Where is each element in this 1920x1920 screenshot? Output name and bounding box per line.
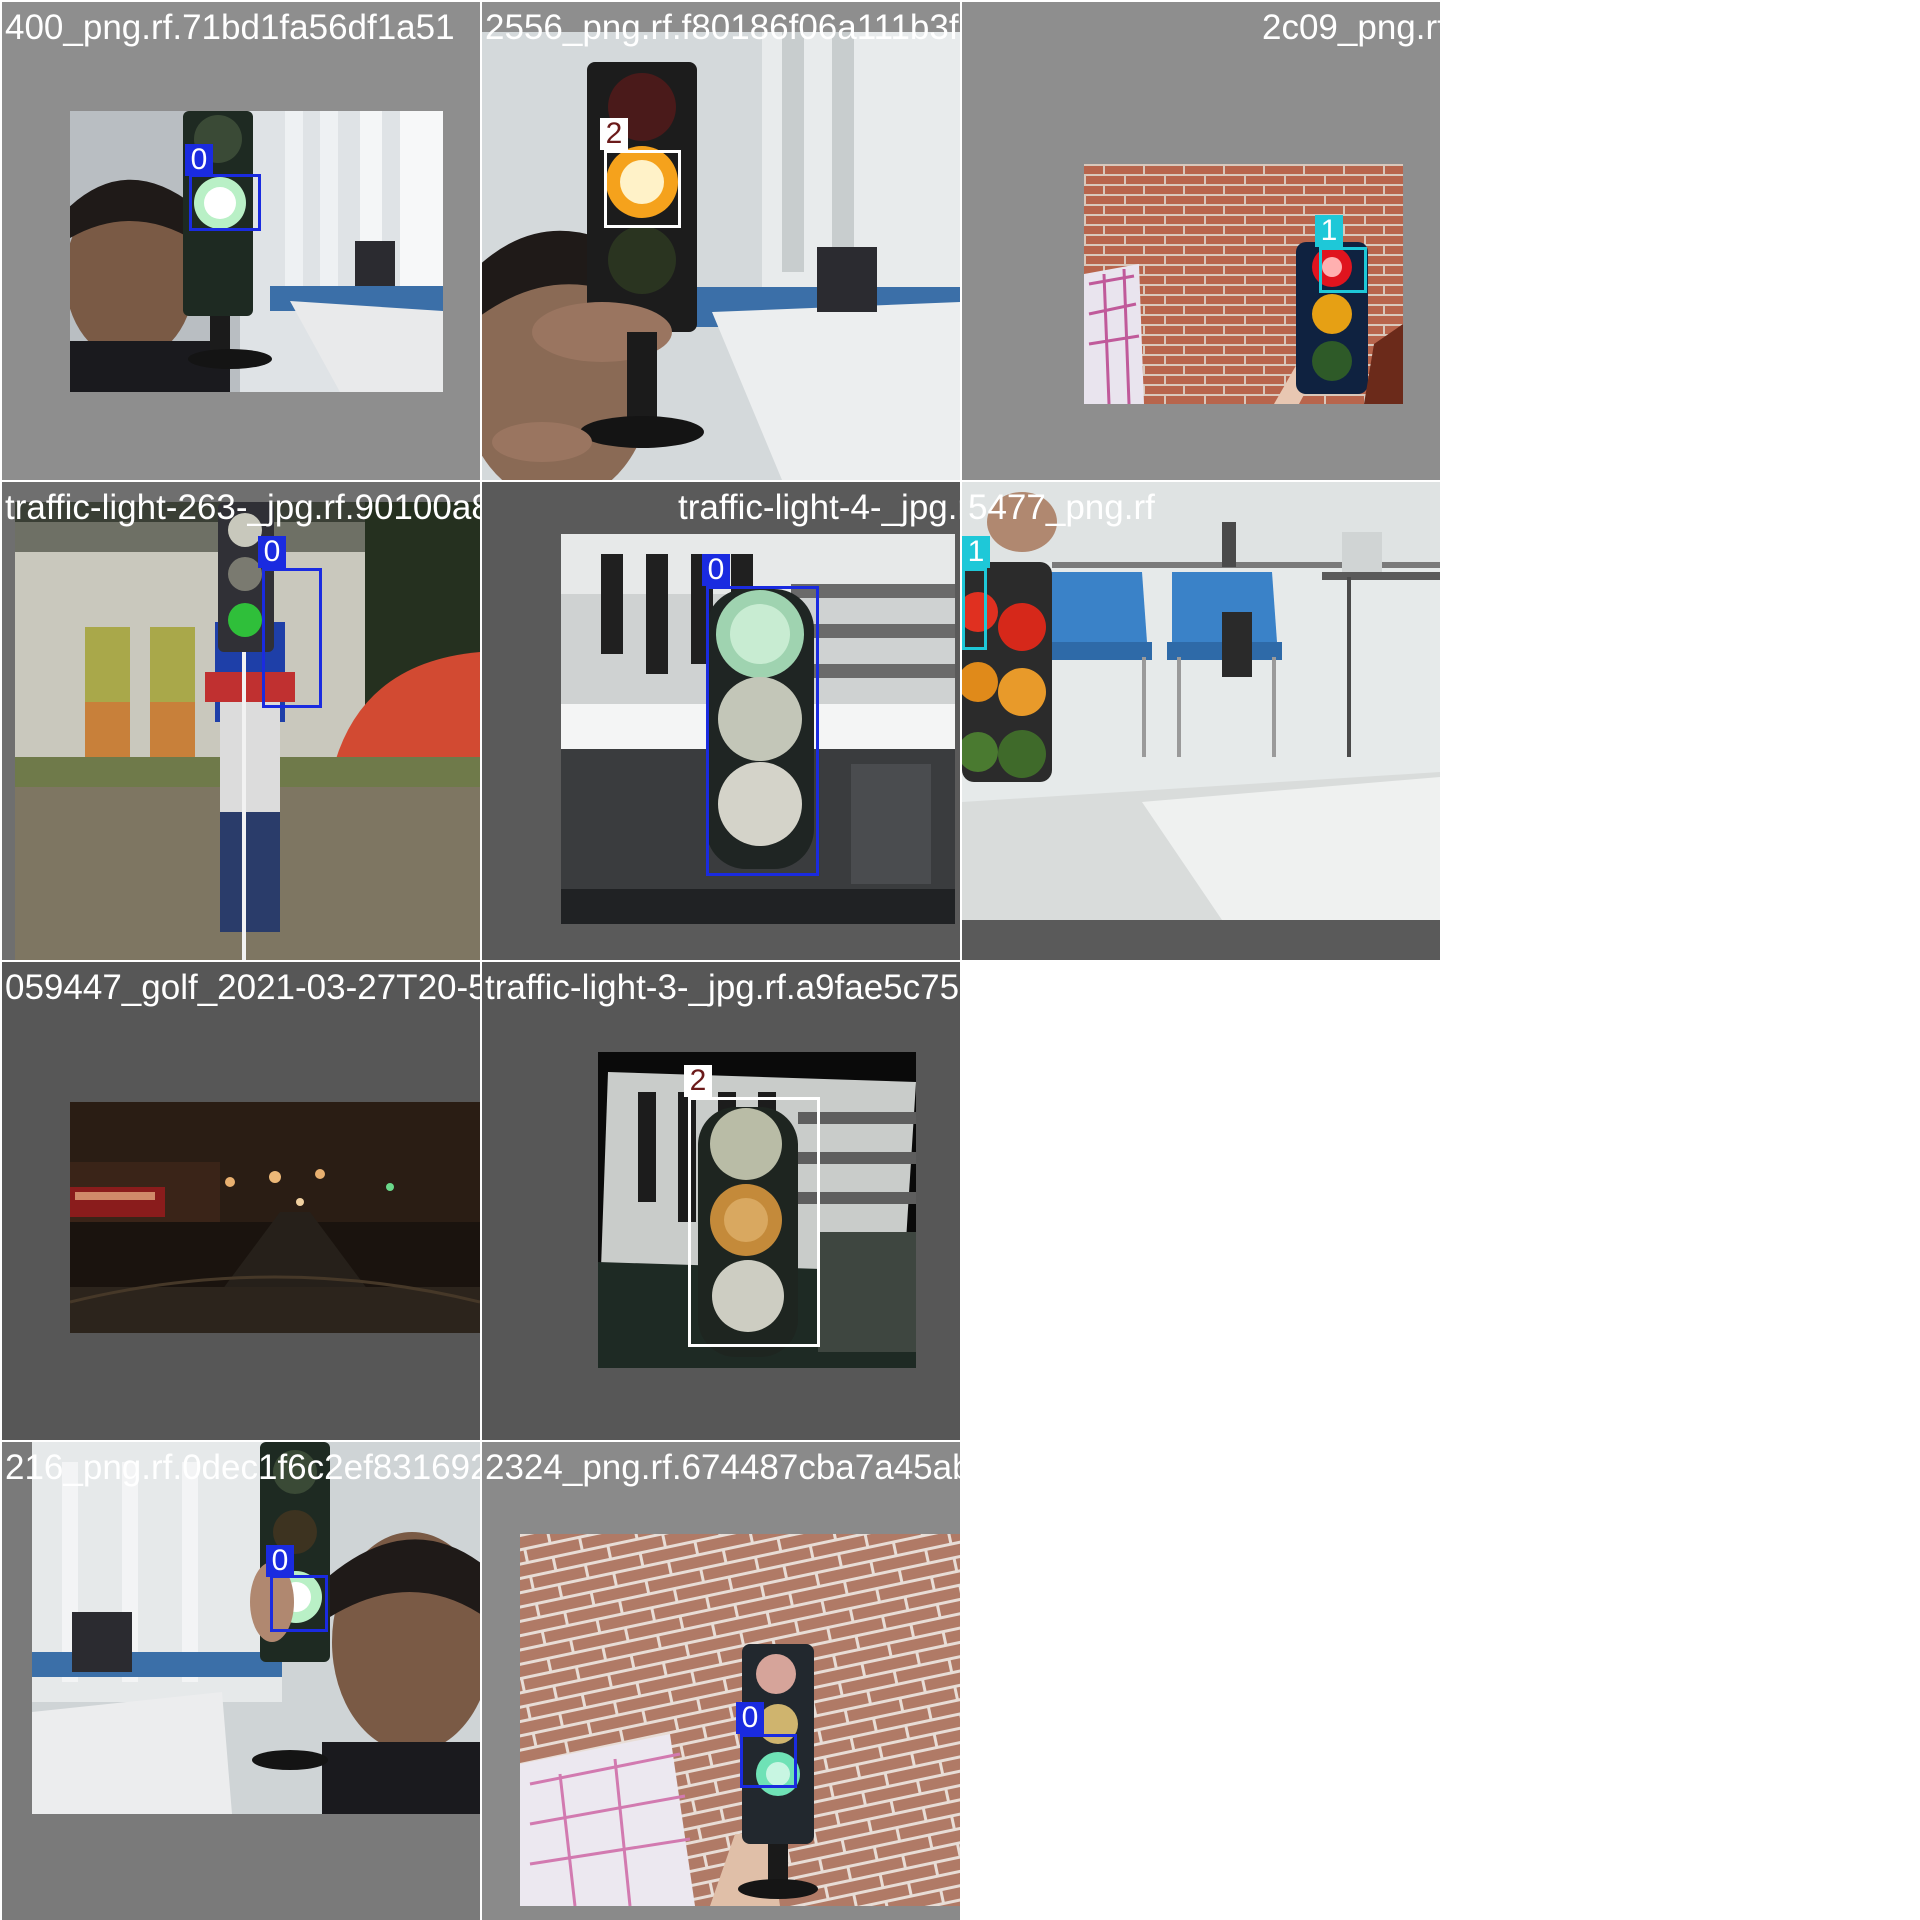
photo-person-holding-traffic-light <box>482 32 960 480</box>
grid-tile-2: 2 2556_png.rf.f80186f06a111b3f0f09216a94… <box>482 2 960 480</box>
detection-box <box>189 174 261 231</box>
grid-tile-6: 1 5477_png.rf <box>962 482 1440 960</box>
grid-tile-4: 0 traffic-light-263-_jpg.rf.90100a8fc12d… <box>2 482 480 960</box>
image-filename: traffic-light-3-_jpg.rf.a9fae5c75a770b0e <box>485 968 960 1007</box>
detection-class-label: 0 <box>736 1702 764 1734</box>
photo-illustration <box>15 502 480 960</box>
detection-class-label: 0 <box>702 554 730 586</box>
detection-class-label: 1 <box>1315 215 1343 247</box>
detection-class-label: 0 <box>258 536 286 568</box>
grid-tile-10: 0 2324_png.rf.674487cba7a45abaac842f8124… <box>482 1442 960 1920</box>
photo-traffic-light-classroom-chairs <box>962 482 1440 920</box>
grid-tile-5: 0 traffic-light-4-_jpg.rf.54c8dd754c9887… <box>482 482 960 960</box>
photo-illustration <box>32 1442 480 1814</box>
detection-box <box>262 568 322 708</box>
detection-box <box>706 586 819 876</box>
photo-person-holding-traffic-light <box>32 1442 480 1814</box>
photo-illustration <box>70 111 443 392</box>
detection-box <box>604 150 681 228</box>
detection-class-label: 0 <box>185 144 213 176</box>
grid-tile-9: 0 216_png.rf.0dec1f6c2ef831692 <box>2 1442 480 1920</box>
image-filename: 059447_golf_2021-03-27T20-51-14-5598397 <box>5 968 480 1007</box>
photo-night-street <box>70 1102 480 1333</box>
grid-tile-7: 059447_golf_2021-03-27T20-51-14-5598397 <box>2 962 480 1440</box>
photo-illustration <box>70 1102 480 1333</box>
detection-class-label: 2 <box>600 118 628 150</box>
grid-tile-3: 1 2c09_png.rf.8a5 <box>962 2 1440 480</box>
detection-box <box>962 568 987 650</box>
photo-person-holding-traffic-light <box>70 111 443 392</box>
image-filename: 2324_png.rf.674487cba7a45abaac842f8124b3… <box>485 1448 960 1487</box>
image-filename: traffic-light-4-_jpg.rf.54c8dd754c9887cf… <box>678 488 960 527</box>
detection-box <box>270 1575 328 1632</box>
image-filename: 400_png.rf.71bd1fa56df1a51 <box>5 8 455 47</box>
detection-class-label: 1 <box>962 536 990 568</box>
grid-tile-8: 2 traffic-light-3-_jpg.rf.a9fae5c75a770b… <box>482 962 960 1440</box>
detection-box <box>740 1734 797 1788</box>
photo-illustration <box>962 482 1440 920</box>
detection-box <box>688 1097 820 1347</box>
photo-illustration <box>482 32 960 480</box>
detection-box <box>1319 247 1367 293</box>
image-filename: 2c09_png.rf.8a5 <box>1262 8 1440 47</box>
detection-class-label: 2 <box>684 1065 712 1097</box>
grid-tile-1: 0 400_png.rf.71bd1fa56df1a51 <box>2 2 480 480</box>
detection-class-label: 0 <box>266 1545 294 1577</box>
photo-person-street-traffic-light <box>15 502 480 960</box>
